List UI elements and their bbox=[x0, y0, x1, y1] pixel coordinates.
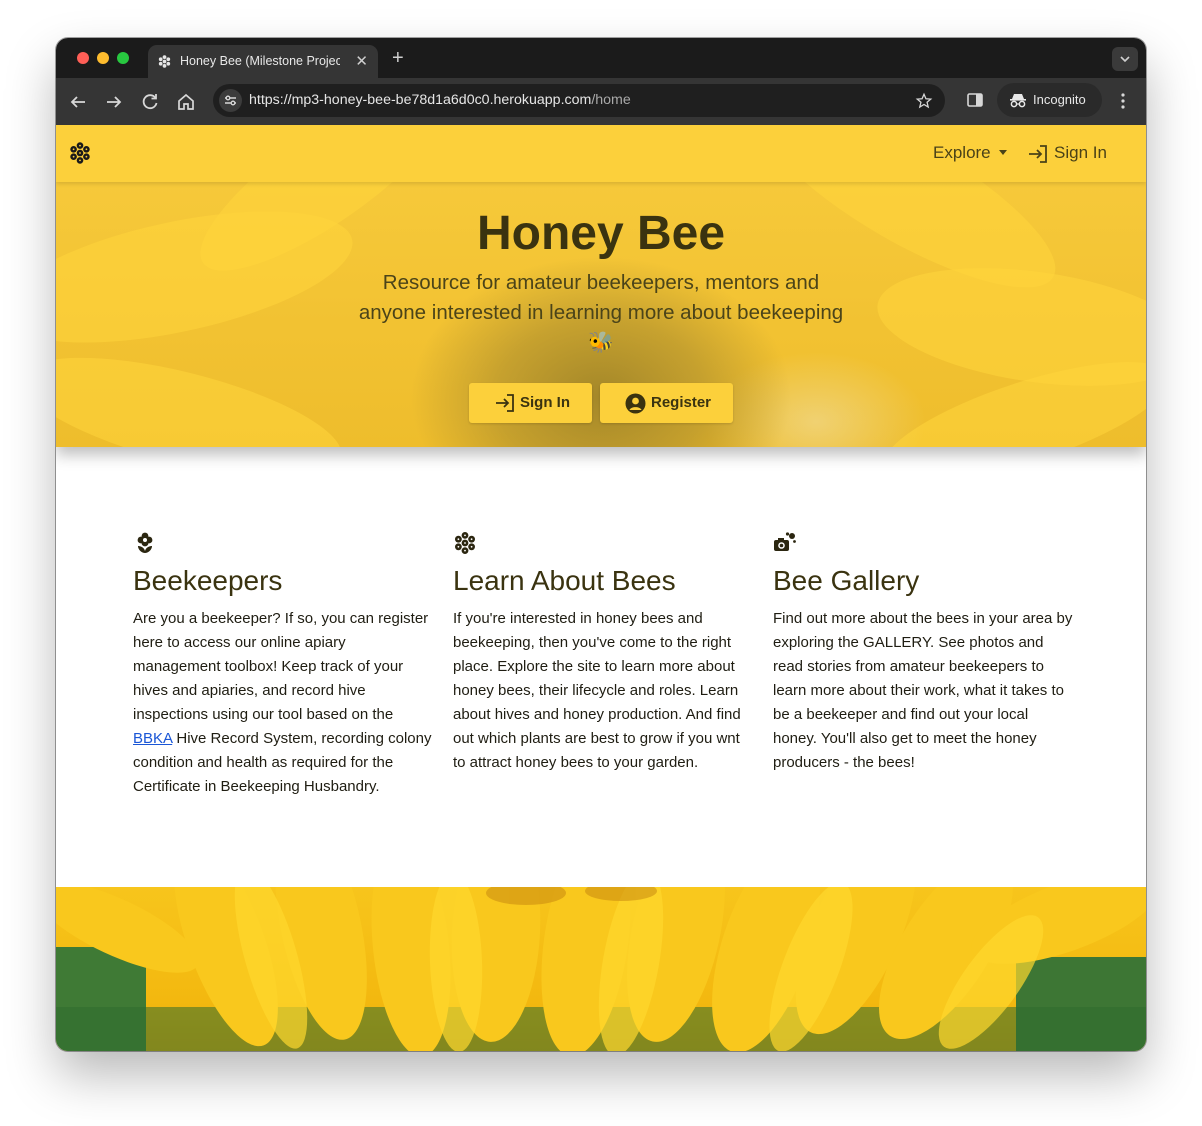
bbka-link[interactable]: BBKA bbox=[133, 730, 172, 747]
caret-down-icon bbox=[998, 150, 1007, 155]
plus-icon[interactable]: + bbox=[392, 46, 404, 70]
hero-title: Honey Bee bbox=[476, 207, 726, 260]
feature-title: Learn About Bees bbox=[453, 565, 676, 596]
url-host: https://mp3-honey-bee-be78d1a6d0c0.herok… bbox=[249, 92, 592, 108]
side-panel-icon[interactable] bbox=[966, 91, 984, 109]
register-button-label: Register bbox=[651, 394, 712, 411]
sign-in-icon bbox=[1029, 145, 1047, 163]
home-icon[interactable] bbox=[174, 90, 198, 114]
bookmark-star-icon[interactable] bbox=[915, 92, 933, 110]
hero-banner: Honey Bee Resource for amateur beekeeper… bbox=[56, 182, 1146, 447]
features-section: Beekeepers Are you a beekeeper? If so, y… bbox=[56, 447, 1146, 887]
tab-honey-bee[interactable]: Honey Bee (Milestone Project 3) ✕ bbox=[148, 45, 378, 78]
chevron-down-icon[interactable] bbox=[1112, 47, 1138, 71]
back-arrow-icon[interactable] bbox=[66, 90, 90, 114]
address-bar[interactable]: https://mp3-honey-bee-be78d1a6d0c0.herok… bbox=[213, 84, 945, 117]
close-window-button[interactable] bbox=[77, 52, 89, 64]
honeycomb-icon[interactable] bbox=[69, 142, 91, 164]
reload-icon[interactable] bbox=[138, 90, 162, 114]
honeycomb-icon bbox=[158, 55, 171, 68]
minimize-window-button[interactable] bbox=[97, 52, 109, 64]
sunflower-petals-image bbox=[56, 887, 1146, 1051]
sign-in-icon bbox=[496, 394, 514, 412]
browser-toolbar: https://mp3-honey-bee-be78d1a6d0c0.herok… bbox=[56, 78, 1146, 125]
feature-text: If you're interested in honey bees and b… bbox=[453, 610, 741, 771]
site-settings-icon[interactable] bbox=[219, 89, 242, 112]
url-text: https://mp3-honey-bee-be78d1a6d0c0.herok… bbox=[249, 84, 631, 117]
close-icon[interactable]: ✕ bbox=[355, 45, 368, 78]
incognito-indicator[interactable]: Incognito bbox=[997, 83, 1102, 117]
sign-in-button-label: Sign In bbox=[520, 394, 570, 411]
nav-sign-in-label: Sign In bbox=[1054, 143, 1107, 162]
honeycomb-icon bbox=[455, 532, 475, 554]
sign-in-button[interactable]: Sign In bbox=[469, 383, 592, 423]
hero-subtitle: Resource for amateur beekeepers, mentors… bbox=[358, 271, 844, 354]
explore-label: Explore bbox=[933, 143, 991, 162]
feature-title: Beekeepers bbox=[133, 565, 283, 596]
user-circle-icon bbox=[625, 393, 646, 414]
feature-title: Bee Gallery bbox=[773, 565, 920, 596]
browser-window: Honey Bee (Milestone Project 3) ✕ + bbox=[56, 38, 1146, 1051]
incognito-label: Incognito bbox=[1033, 92, 1086, 107]
tab-title: Honey Bee (Milestone Project 3) bbox=[180, 54, 340, 68]
incognito-icon bbox=[1010, 94, 1026, 108]
maximize-window-button[interactable] bbox=[117, 52, 129, 64]
flower-icon bbox=[137, 532, 153, 553]
web-page: Explore Sign In Honey Bee Resource for a… bbox=[56, 125, 1146, 1051]
register-button[interactable]: Register bbox=[600, 383, 733, 423]
forward-arrow-icon[interactable] bbox=[102, 90, 126, 114]
feature-text: Find out more about the bees in your are… bbox=[773, 610, 1073, 771]
feature-text-after-link: Hive Record System, recording colony con… bbox=[133, 730, 432, 795]
more-vert-icon[interactable] bbox=[1116, 91, 1130, 111]
sunflower-footer-image bbox=[56, 887, 1146, 1051]
explore-dropdown[interactable]: Explore bbox=[933, 125, 1007, 181]
camera-icon bbox=[774, 532, 796, 551]
url-path: /home bbox=[591, 92, 631, 108]
feature-text-before-link: Are you a beekeeper? If so, you can regi… bbox=[133, 610, 429, 723]
site-navbar: Explore Sign In bbox=[56, 125, 1146, 182]
feature-text: Are you a beekeeper? If so, you can regi… bbox=[133, 607, 433, 799]
tab-strip: Honey Bee (Milestone Project 3) ✕ + bbox=[56, 38, 1146, 78]
